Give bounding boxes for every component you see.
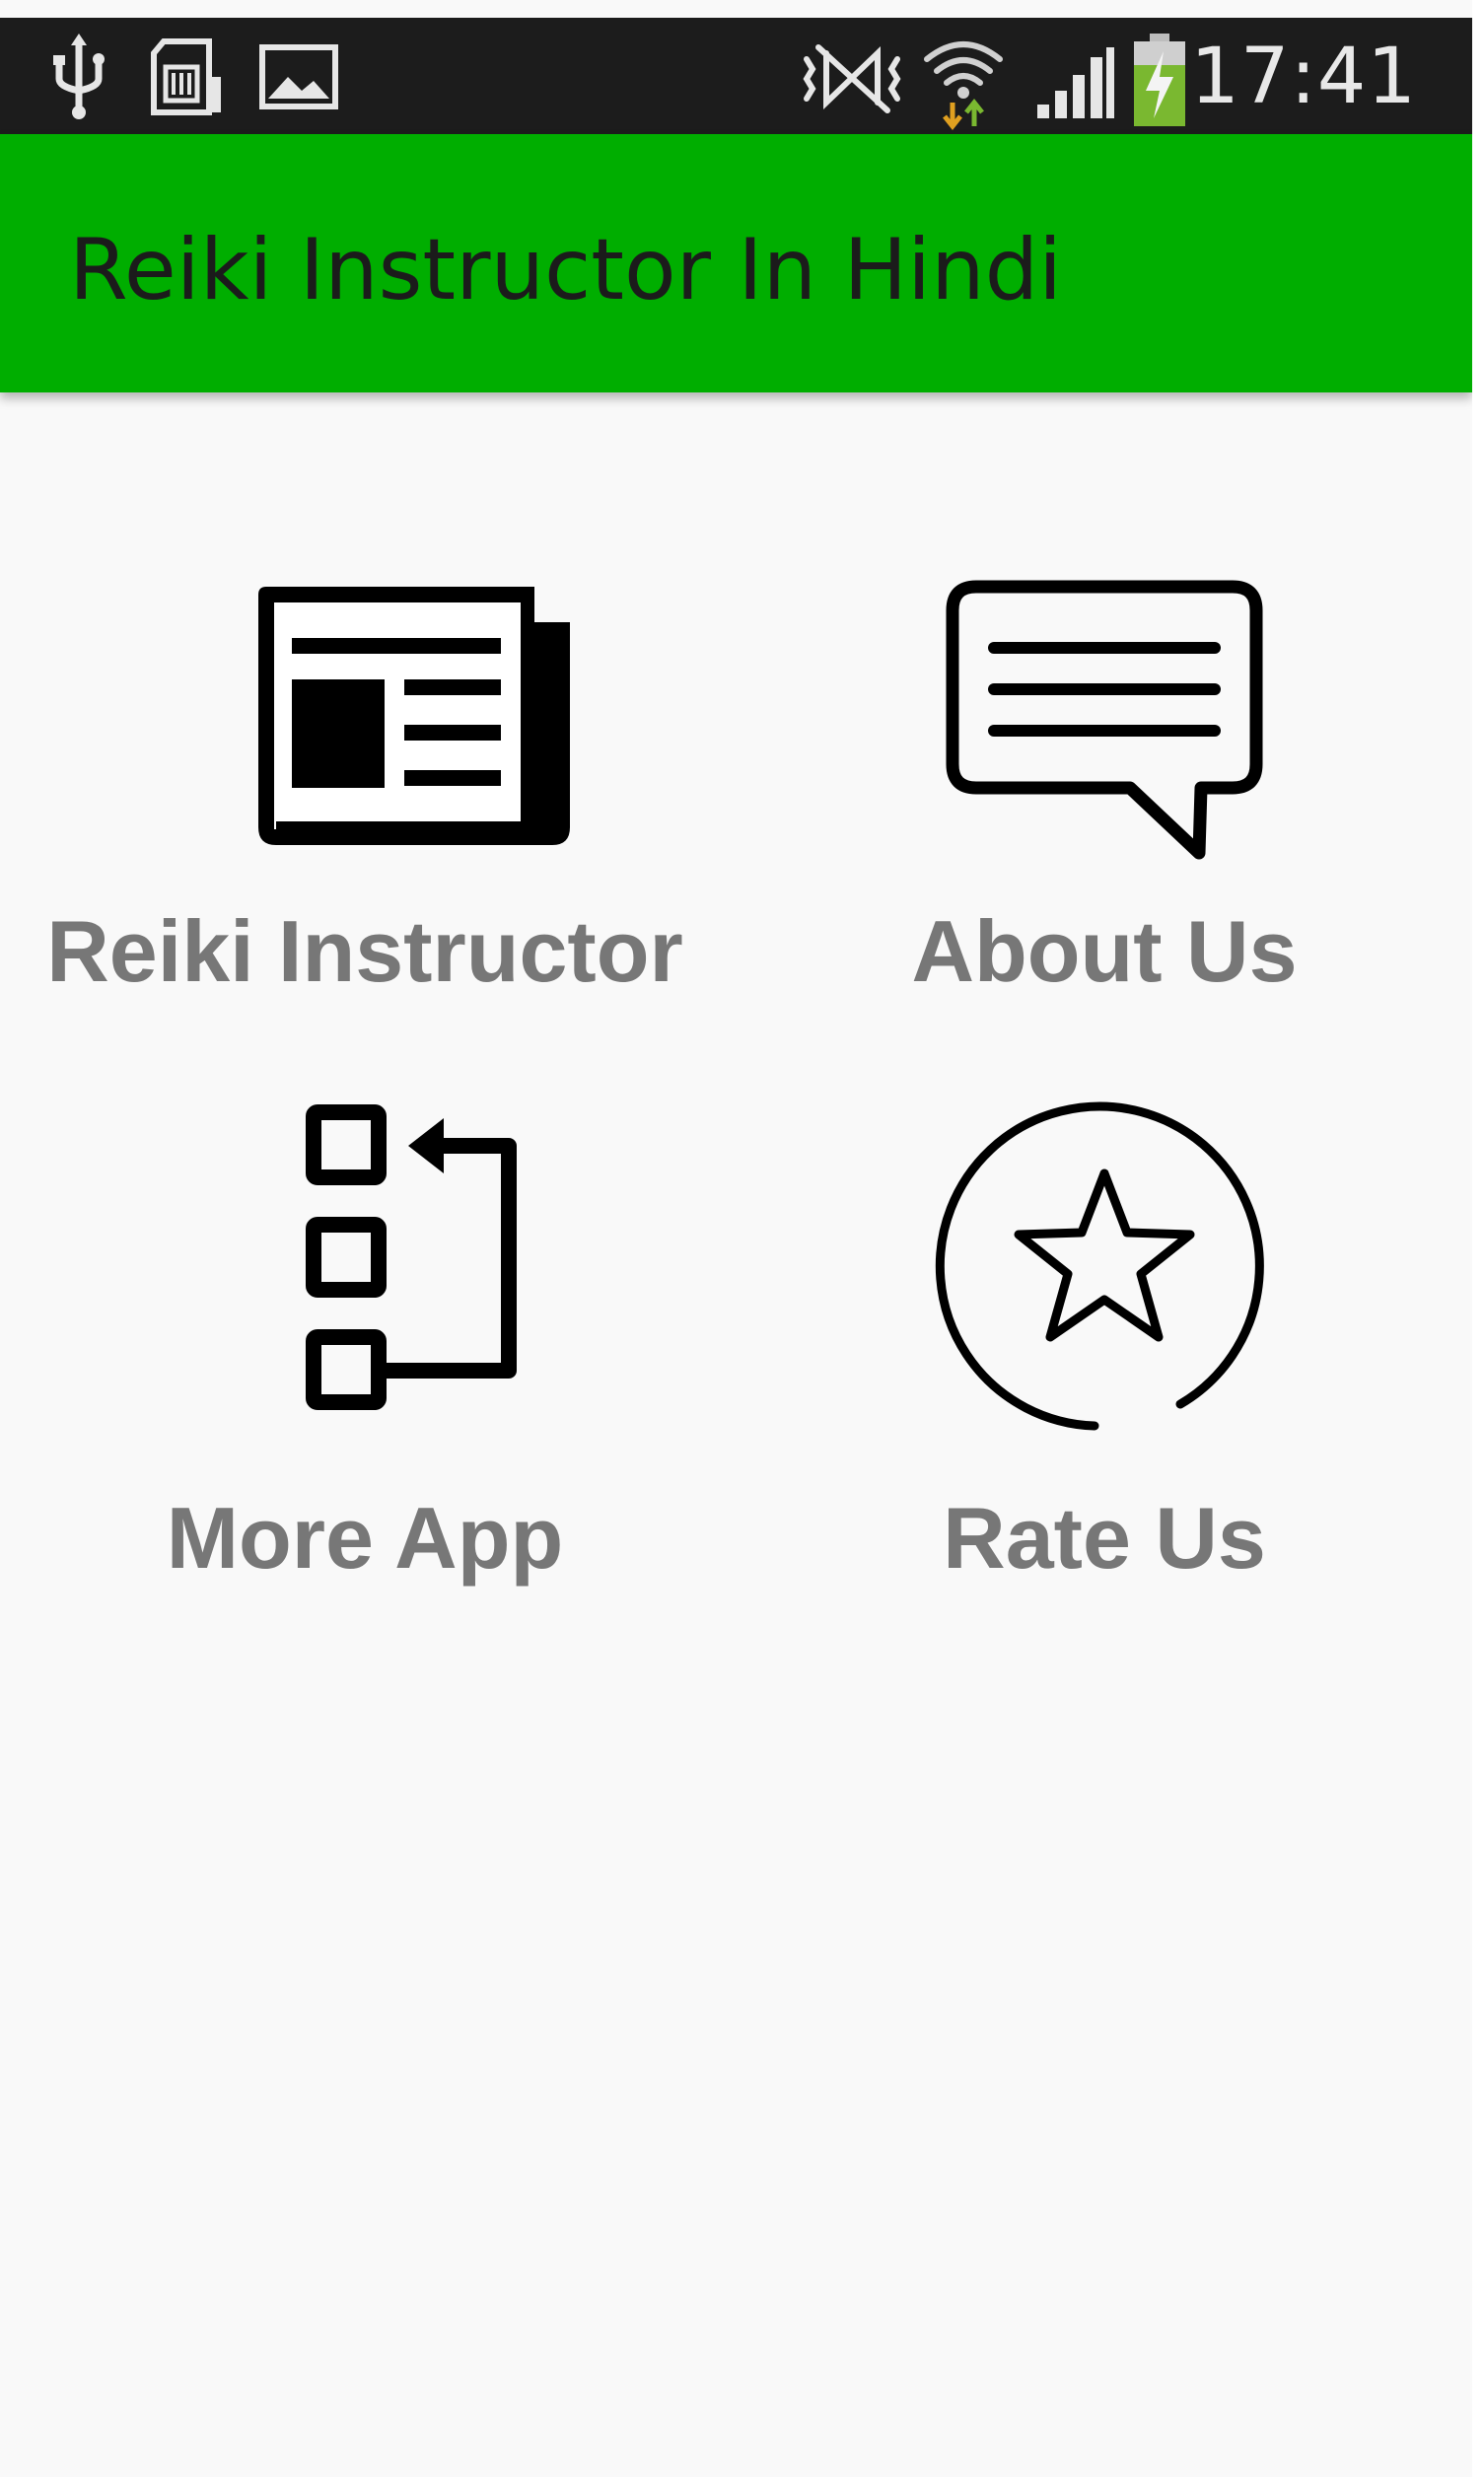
menu-item-label: More App: [166, 1489, 564, 1587]
menu-item-more-app[interactable]: More App: [20, 1095, 710, 1607]
app-screen: 17:41 Reiki Instructor In Hindi Reiki In…: [0, 0, 1472, 2477]
action-bar: Reiki Instructor In Hindi: [0, 134, 1472, 392]
wifi-icon: [924, 41, 1003, 130]
sd-card-icon: [151, 38, 221, 115]
menu-item-label: About Us: [911, 902, 1298, 1000]
usb-icon: [53, 34, 105, 119]
nfc-icon: [803, 44, 901, 113]
menu-item-label: Reiki Instructor: [46, 902, 683, 1000]
more-apps-icon: [306, 1104, 517, 1410]
newspaper-icon: [258, 587, 570, 845]
image-icon: [259, 44, 338, 109]
status-bar: 17:41: [0, 18, 1472, 134]
screen-edge: [1472, 0, 1484, 2477]
menu-item-rate-us[interactable]: Rate Us: [759, 1095, 1449, 1607]
chat-bubble-icon: [946, 580, 1263, 860]
status-time: 17:41: [1190, 33, 1417, 121]
star-circle-icon: [935, 1101, 1264, 1431]
battery-charging-icon: [1134, 34, 1185, 126]
app-title: Reiki Instructor In Hindi: [69, 221, 1063, 319]
menu-item-reiki-instructor[interactable]: Reiki Instructor: [20, 577, 710, 1011]
menu-item-about-us[interactable]: About Us: [759, 577, 1449, 1011]
menu-item-label: Rate Us: [943, 1489, 1266, 1587]
signal-icon: [1037, 47, 1114, 118]
